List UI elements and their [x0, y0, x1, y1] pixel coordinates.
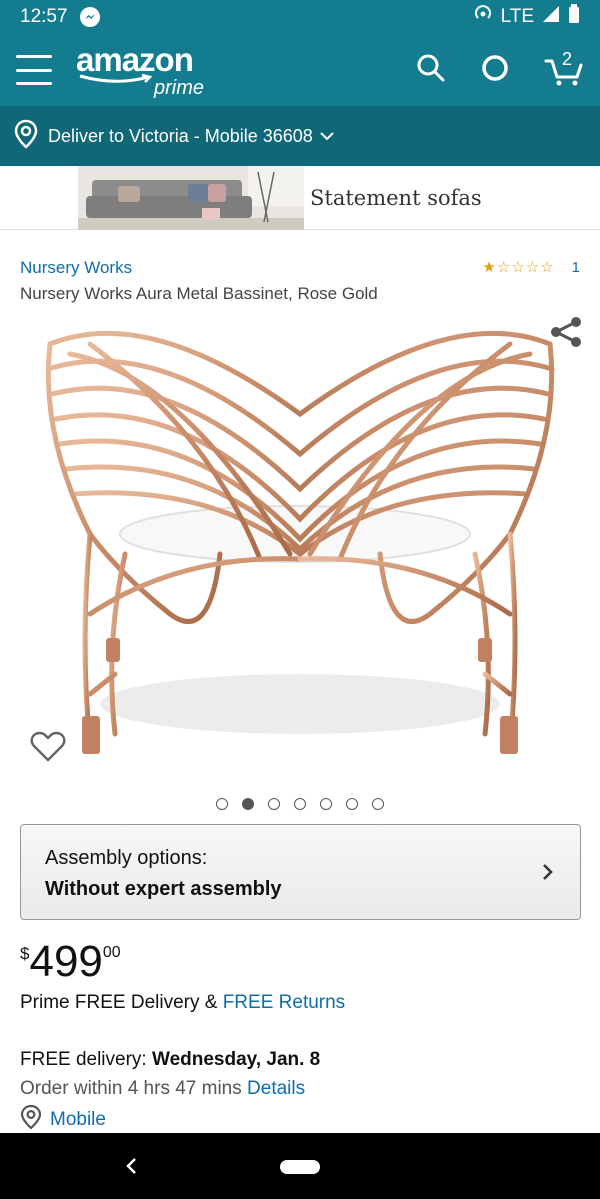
price: $ 499 00 [20, 936, 121, 988]
prime-delivery-line: Prime FREE Delivery & FREE Returns [20, 992, 345, 1014]
carousel-dot[interactable] [346, 798, 358, 810]
deliver-to-bar[interactable]: Deliver to Victoria - Mobile 36608 [0, 106, 600, 166]
sofa-image [78, 166, 304, 230]
free-delivery-line: FREE delivery: Wednesday, Jan. 8 [20, 1049, 320, 1071]
logo-wordmark: amazon [76, 40, 194, 78]
deliver-to-text: Deliver to Victoria - Mobile 36608 [48, 125, 313, 146]
image-carousel-dots[interactable] [0, 798, 600, 810]
location-pin-icon [14, 119, 38, 154]
hotspot-icon [473, 4, 493, 30]
chevron-right-icon [540, 861, 556, 883]
status-bar: 12:57 LTE [0, 0, 600, 34]
assembly-label: Assembly options: [45, 847, 208, 869]
price-fraction: 00 [102, 944, 121, 961]
system-nav-bar [0, 1133, 600, 1199]
status-time: 12:57 [20, 6, 68, 27]
free-delivery-label: FREE delivery: [20, 1049, 152, 1070]
price-whole: 499 [29, 937, 103, 986]
rating-stars: ★ ☆ ☆ ☆ ☆ [482, 258, 553, 276]
carousel-dot[interactable] [216, 798, 228, 810]
location-pin-icon [20, 1104, 42, 1135]
chevron-down-icon [319, 126, 335, 147]
star-empty-icon: ☆ [511, 259, 525, 276]
star-empty-icon: ☆ [540, 259, 554, 276]
heart-icon[interactable] [30, 730, 66, 764]
carousel-dot[interactable] [242, 798, 254, 810]
back-icon[interactable] [122, 1155, 142, 1177]
banner-ad[interactable]: Statement sofas [0, 166, 600, 230]
carousel-dot[interactable] [372, 798, 384, 810]
cart-icon[interactable]: 2 [544, 49, 584, 87]
prime-delivery-text: Prime FREE Delivery & [20, 992, 223, 1013]
carousel-dot[interactable] [320, 798, 332, 810]
alexa-icon[interactable] [480, 53, 510, 88]
home-pill[interactable] [280, 1160, 320, 1174]
free-returns-link[interactable]: FREE Returns [223, 992, 345, 1013]
brand-link[interactable]: Nursery Works [20, 258, 132, 278]
assembly-options-button[interactable]: Assembly options: Without expert assembl… [20, 824, 581, 920]
rating-count[interactable]: 1 [572, 259, 580, 276]
price-symbol: $ [20, 944, 30, 963]
details-link[interactable]: Details [247, 1078, 305, 1099]
delivery-location[interactable]: Mobile [20, 1104, 106, 1135]
share-icon[interactable] [548, 314, 584, 350]
assembly-value: Without expert assembly [45, 878, 282, 900]
app-header: amazon prime 2 [0, 34, 600, 106]
order-within-text: Order within 4 hrs 47 mins [20, 1078, 248, 1099]
location-link: Mobile [50, 1109, 106, 1130]
search-icon[interactable] [416, 53, 446, 88]
order-within-line: Order within 4 hrs 47 mins Details [20, 1078, 305, 1100]
network-label: LTE [500, 6, 534, 27]
star-empty-icon: ☆ [525, 259, 540, 276]
logo-prime: prime [154, 76, 205, 99]
logo-smile [79, 73, 153, 83]
amazon-prime-logo[interactable]: amazon prime [76, 43, 204, 98]
star-filled-icon: ★ [482, 259, 496, 276]
rating[interactable]: ★ ☆ ☆ ☆ ☆ 1 [482, 258, 580, 277]
banner-text: Statement sofas [310, 186, 482, 210]
signal-icon [542, 5, 560, 29]
carousel-dot[interactable] [294, 798, 306, 810]
product-title: Nursery Works Aura Metal Bassinet, Rose … [20, 284, 378, 303]
delivery-date: Wednesday, Jan. 8 [151, 1049, 321, 1070]
messenger-icon [79, 7, 100, 27]
product-image[interactable] [30, 314, 570, 774]
battery-icon [568, 4, 580, 30]
cart-count: 2 [562, 49, 573, 69]
carousel-dot[interactable] [268, 798, 280, 810]
star-empty-icon: ☆ [496, 259, 511, 276]
menu-icon[interactable] [16, 55, 52, 85]
